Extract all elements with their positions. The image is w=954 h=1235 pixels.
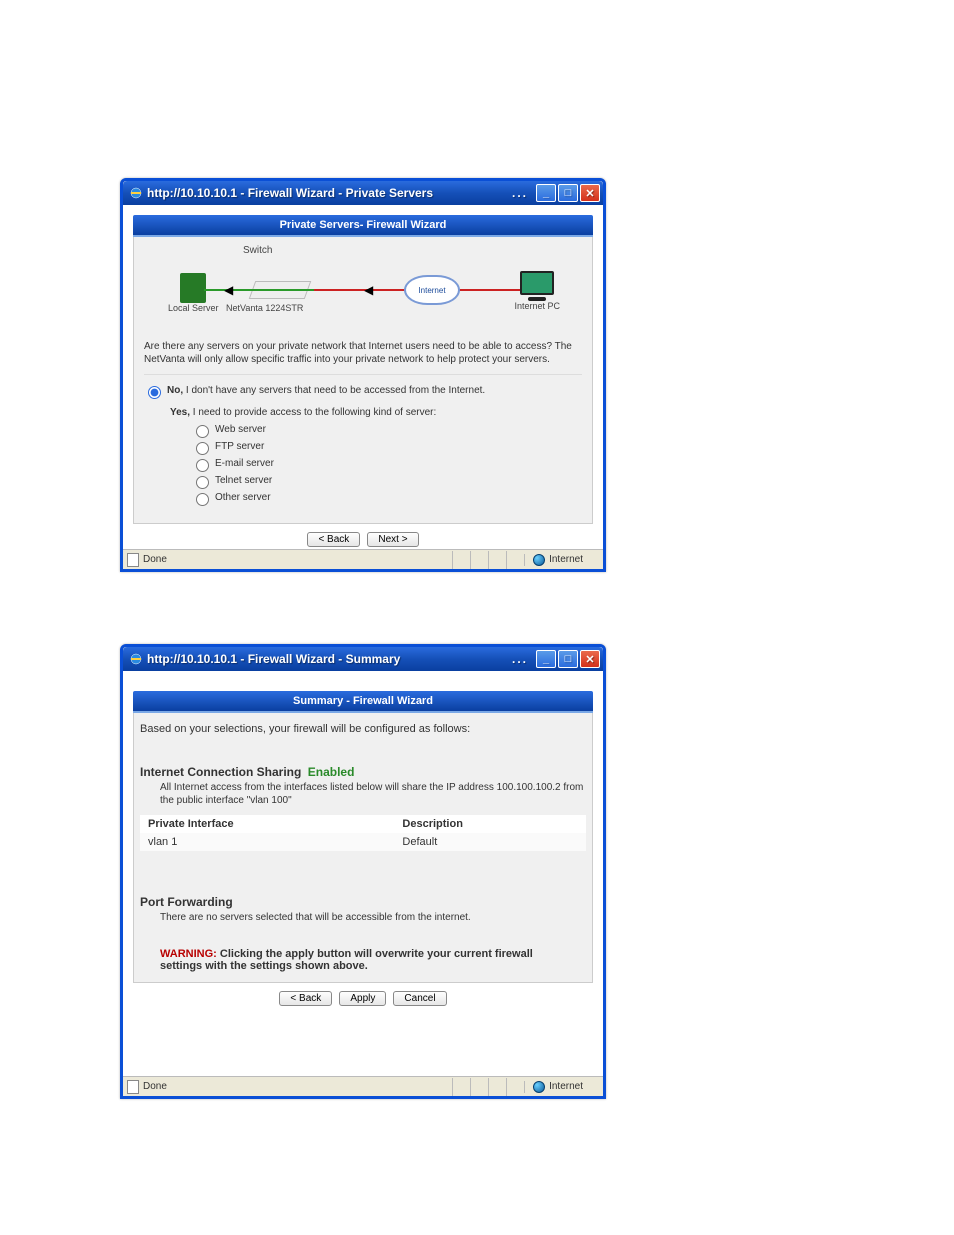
- radio-ftp[interactable]: [196, 442, 209, 455]
- th-description: Description: [394, 815, 586, 833]
- zone-label: Internet: [549, 554, 583, 565]
- minimize-button[interactable]: _: [536, 650, 556, 668]
- title-ellipsis: ...: [512, 652, 528, 666]
- table-header-row: Private Interface Description: [140, 815, 586, 833]
- arrow-icon: ◀: [224, 283, 233, 297]
- ics-status: Enabled: [304, 765, 354, 779]
- apply-button[interactable]: Apply: [339, 991, 386, 1006]
- option-other-label: Other server: [215, 492, 271, 503]
- zone-label: Internet: [549, 1081, 583, 1092]
- pc-icon: Internet PC: [514, 271, 560, 311]
- switch-label-top: Switch: [243, 245, 272, 256]
- arrow-icon: ◀: [364, 283, 373, 297]
- network-diagram: Switch Local Server ◀ ◀ Internet Interne…: [144, 245, 582, 331]
- titlebar[interactable]: http://10.10.10.1 - Firewall Wizard - Su…: [123, 647, 603, 671]
- status-text: Done: [143, 1081, 167, 1092]
- status-bar: Done Internet: [123, 549, 603, 569]
- status-bar: Done Internet: [123, 1076, 603, 1096]
- window-content: Summary - Firewall Wizard Based on your …: [123, 671, 603, 1076]
- globe-icon: [533, 554, 545, 566]
- titlebar[interactable]: http://10.10.10.1 - Firewall Wizard - Pr…: [123, 181, 603, 205]
- window-content: Private Servers- Firewall Wizard Switch …: [123, 205, 603, 549]
- title-ellipsis: ...: [512, 186, 528, 200]
- warning-label: WARNING:: [160, 948, 217, 960]
- panel-title: Summary - Firewall Wizard: [133, 691, 593, 713]
- switch-model: NetVanta 1224STR: [226, 303, 303, 313]
- ics-title: Internet Connection Sharing: [140, 765, 301, 779]
- warning-text: WARNING: Clicking the apply button will …: [140, 948, 586, 972]
- td-interface: vlan 1: [140, 833, 394, 851]
- page-icon: [127, 553, 139, 567]
- ie-icon: [129, 652, 143, 666]
- intro-text: Based on your selections, your firewall …: [140, 723, 586, 735]
- security-zone[interactable]: Internet: [524, 554, 591, 566]
- panel-body: Switch Local Server ◀ ◀ Internet Interne…: [133, 237, 593, 524]
- option-other[interactable]: Other server: [196, 492, 578, 506]
- question-text: Are there any servers on your private ne…: [144, 337, 582, 375]
- option-email-label: E-mail server: [215, 458, 274, 469]
- option-ftp-label: FTP server: [215, 441, 264, 452]
- no-bold: No,: [167, 385, 183, 396]
- maximize-button[interactable]: □: [558, 184, 578, 202]
- warning-body: Clicking the apply button will overwrite…: [160, 948, 533, 972]
- td-description: Default: [394, 833, 586, 851]
- summary-body: Based on your selections, your firewall …: [133, 713, 593, 983]
- option-telnet-label: Telnet server: [215, 475, 272, 486]
- page-icon: [127, 1080, 139, 1094]
- option-telnet[interactable]: Telnet server: [196, 475, 578, 489]
- radio-email[interactable]: [196, 459, 209, 472]
- next-button[interactable]: Next >: [367, 532, 418, 547]
- wizard-private-servers-window: http://10.10.10.1 - Firewall Wizard - Pr…: [120, 178, 606, 572]
- table-row: vlan 1 Default: [140, 833, 586, 851]
- option-block: No, I don't have any servers that need t…: [144, 375, 582, 513]
- option-email[interactable]: E-mail server: [196, 458, 578, 472]
- option-no[interactable]: No, I don't have any servers that need t…: [148, 385, 578, 399]
- globe-icon: [533, 1081, 545, 1093]
- panel-title: Private Servers- Firewall Wizard: [133, 215, 593, 237]
- no-rest: I don't have any servers that need to be…: [183, 385, 485, 396]
- window-title: http://10.10.10.1 - Firewall Wizard - Su…: [147, 652, 400, 666]
- minimize-button[interactable]: _: [536, 184, 556, 202]
- option-web[interactable]: Web server: [196, 424, 578, 438]
- status-text: Done: [143, 554, 167, 565]
- pf-title: Port Forwarding: [140, 895, 586, 909]
- radio-web[interactable]: [196, 425, 209, 438]
- ics-section: Internet Connection Sharing Enabled All …: [140, 765, 586, 851]
- maximize-button[interactable]: □: [558, 650, 578, 668]
- port-forwarding-section: Port Forwarding There are no servers sel…: [140, 895, 586, 924]
- option-ftp[interactable]: FTP server: [196, 441, 578, 455]
- radio-other[interactable]: [196, 493, 209, 506]
- close-button[interactable]: ✕: [580, 650, 600, 668]
- ie-icon: [129, 186, 143, 200]
- security-zone[interactable]: Internet: [524, 1081, 591, 1093]
- cloud-icon: Internet: [404, 275, 460, 305]
- back-button[interactable]: < Back: [279, 991, 332, 1006]
- yes-prompt: Yes, I need to provide access to the fol…: [170, 407, 578, 418]
- th-private-interface: Private Interface: [140, 815, 394, 833]
- window-title: http://10.10.10.1 - Firewall Wizard - Pr…: [147, 186, 433, 200]
- option-web-label: Web server: [215, 424, 266, 435]
- pf-desc: There are no servers selected that will …: [140, 911, 586, 924]
- cancel-button[interactable]: Cancel: [393, 991, 446, 1006]
- radio-no[interactable]: [148, 386, 161, 399]
- close-button[interactable]: ✕: [580, 184, 600, 202]
- back-button[interactable]: < Back: [307, 532, 360, 547]
- wizard-summary-window: http://10.10.10.1 - Firewall Wizard - Su…: [120, 644, 606, 1099]
- server-icon: Local Server: [168, 273, 219, 313]
- radio-telnet[interactable]: [196, 476, 209, 489]
- interface-table: Private Interface Description vlan 1 Def…: [140, 815, 586, 851]
- ics-desc: All Internet access from the interfaces …: [140, 781, 586, 807]
